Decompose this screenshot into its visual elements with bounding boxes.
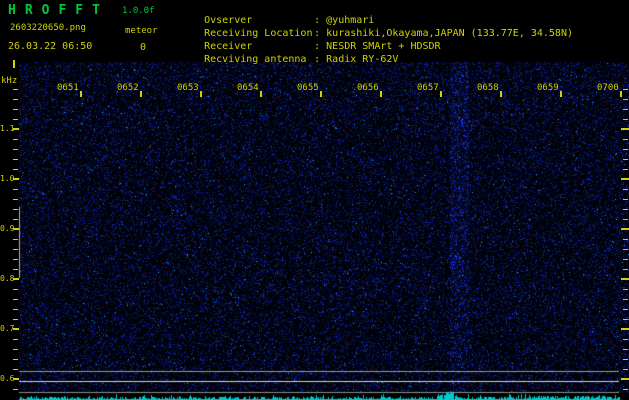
time-tick <box>440 91 442 97</box>
freq-major-tick <box>13 228 19 230</box>
freq-minor-tick <box>13 319 18 320</box>
right-major-tick <box>621 378 629 380</box>
time-tick <box>80 91 82 97</box>
freq-minor-tick <box>13 219 18 220</box>
right-minor-tick <box>623 239 628 240</box>
time-label: 0659 <box>537 83 559 93</box>
right-minor-tick <box>623 339 628 340</box>
freq-minor-tick <box>13 189 18 190</box>
time-label: 0653 <box>177 83 199 93</box>
freq-minor-tick <box>13 389 18 390</box>
time-label: 0657 <box>417 83 439 93</box>
right-minor-tick <box>623 99 628 100</box>
right-minor-tick <box>623 209 628 210</box>
time-tick <box>140 91 142 97</box>
freq-minor-tick <box>13 349 18 350</box>
hrofft-window: HROFFT 1.0.0f 2603220650.png meteor 26.0… <box>0 0 629 400</box>
time-tick <box>380 91 382 97</box>
right-minor-tick <box>623 269 628 270</box>
freq-minor-tick <box>13 249 18 250</box>
right-minor-tick <box>623 349 628 350</box>
freq-major-tick <box>13 378 19 380</box>
right-major-tick <box>621 278 629 280</box>
right-minor-tick <box>623 249 628 250</box>
right-major-tick <box>621 128 629 130</box>
time-tick <box>260 91 262 97</box>
freq-minor-tick <box>13 299 18 300</box>
right-minor-tick <box>623 159 628 160</box>
freq-minor-tick <box>13 139 18 140</box>
freq-minor-tick <box>13 199 18 200</box>
right-minor-tick <box>623 219 628 220</box>
right-major-tick <box>621 328 629 330</box>
time-label: 0700 <box>597 83 619 93</box>
time-label: 0656 <box>357 83 379 93</box>
time-tick <box>200 91 202 97</box>
freq-major-tick <box>13 278 19 280</box>
freq-minor-tick <box>13 109 18 110</box>
right-minor-tick <box>623 289 628 290</box>
freq-minor-tick <box>13 339 18 340</box>
right-minor-tick <box>623 199 628 200</box>
right-minor-tick <box>623 389 628 390</box>
right-minor-tick <box>623 259 628 260</box>
freq-minor-tick <box>13 359 18 360</box>
freq-minor-tick <box>13 169 18 170</box>
freq-minor-tick <box>13 289 18 290</box>
right-minor-tick <box>623 369 628 370</box>
time-label: 0651 <box>57 83 79 93</box>
right-minor-tick <box>623 139 628 140</box>
right-minor-tick <box>623 109 628 110</box>
right-major-tick <box>621 178 629 180</box>
right-minor-tick <box>623 299 628 300</box>
time-label: 0655 <box>297 83 319 93</box>
right-major-tick <box>621 228 629 230</box>
time-label: 0658 <box>477 83 499 93</box>
freq-minor-tick <box>13 99 18 100</box>
time-tick <box>620 91 622 97</box>
time-tick <box>500 91 502 97</box>
freq-minor-tick <box>13 89 18 90</box>
right-minor-tick <box>623 119 628 120</box>
time-tick <box>320 91 322 97</box>
freq-minor-tick <box>13 149 18 150</box>
right-minor-tick <box>623 89 628 90</box>
freq-minor-tick <box>13 119 18 120</box>
right-minor-tick <box>623 359 628 360</box>
freq-major-tick <box>13 328 19 330</box>
freq-minor-tick <box>13 159 18 160</box>
axes-overlay: 1.1 1.0 0.9 0.8 0.7 0.6 0651 0652 0653 0654 0655 06… <box>0 0 629 400</box>
freq-major-tick <box>13 128 19 130</box>
freq-minor-tick <box>13 309 18 310</box>
freq-minor-tick <box>13 259 18 260</box>
right-minor-tick <box>623 319 628 320</box>
time-label: 0652 <box>117 83 139 93</box>
freq-minor-tick <box>13 269 18 270</box>
freq-minor-tick <box>13 369 18 370</box>
freq-minor-tick <box>13 209 18 210</box>
freq-minor-tick <box>13 239 18 240</box>
right-minor-tick <box>623 189 628 190</box>
time-tick <box>560 91 562 97</box>
right-minor-tick <box>623 149 628 150</box>
freq-major-tick <box>13 178 19 180</box>
right-minor-tick <box>623 169 628 170</box>
time-label: 0654 <box>237 83 259 93</box>
right-minor-tick <box>623 309 628 310</box>
